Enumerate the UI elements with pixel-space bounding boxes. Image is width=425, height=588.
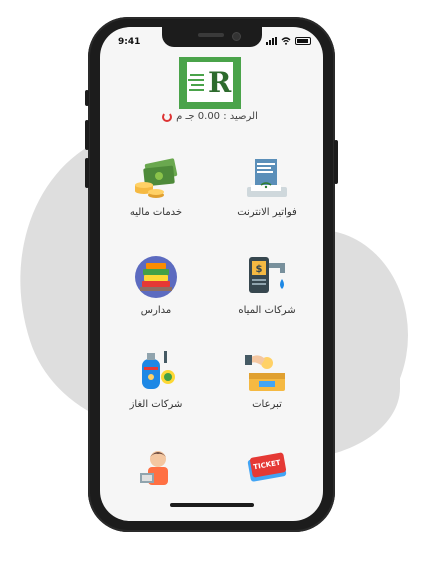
gas-cylinder-icon — [142, 351, 175, 389]
signal-icon — [266, 37, 277, 45]
home-indicator — [170, 503, 254, 507]
app-logo: R — [179, 57, 241, 109]
balance-row: الرصيد : 0.00 جـ م — [145, 111, 275, 122]
status-icons — [266, 37, 311, 45]
service-label: مدارس — [140, 305, 172, 316]
service-gas-companies[interactable]: شركات الغاز — [106, 347, 206, 410]
employee-icon — [140, 451, 168, 485]
service-label: خدمات ماليه — [129, 207, 183, 218]
service-label: شركات الغاز — [129, 399, 183, 410]
mute-switch — [85, 90, 89, 106]
money-icon — [135, 158, 178, 198]
notch — [162, 27, 262, 47]
service-donations[interactable]: تبرعات — [217, 347, 317, 410]
service-schools[interactable]: مدارس — [106, 253, 206, 316]
logo-letter: R — [208, 66, 232, 99]
water-company-icon: $ — [249, 257, 285, 293]
refresh-icon[interactable] — [162, 111, 173, 122]
service-water-companies[interactable]: $ شركات المياه — [217, 253, 317, 316]
svg-text:$: $ — [256, 264, 263, 275]
battery-icon — [295, 37, 311, 45]
service-financial[interactable]: خدمات ماليه — [106, 155, 206, 218]
volume-up-button — [85, 120, 89, 150]
service-label: شركات المياه — [238, 305, 296, 316]
phone-screen: 9:41 R الرصيد : 0.00 جـ م فواتير الانترن… — [100, 27, 323, 521]
wifi-icon — [281, 37, 291, 45]
service-label: تبرعات — [252, 399, 282, 410]
power-button — [334, 140, 338, 184]
service-internet-bills[interactable]: فواتير الانترنت — [217, 155, 317, 218]
service-label: فواتير الانترنت — [237, 207, 297, 218]
donation-box-icon — [245, 355, 285, 391]
camera — [232, 32, 241, 41]
service-tickets[interactable]: TICKET — [217, 445, 317, 487]
internet-bill-icon — [247, 159, 287, 197]
status-time: 9:41 — [118, 37, 141, 47]
volume-down-button — [85, 158, 89, 188]
school-books-icon — [135, 256, 177, 298]
service-employee[interactable] — [106, 445, 206, 487]
ticket-icon: TICKET — [247, 452, 287, 482]
speaker — [198, 33, 224, 37]
balance-text: الرصيد : 0.00 جـ م — [176, 111, 258, 122]
